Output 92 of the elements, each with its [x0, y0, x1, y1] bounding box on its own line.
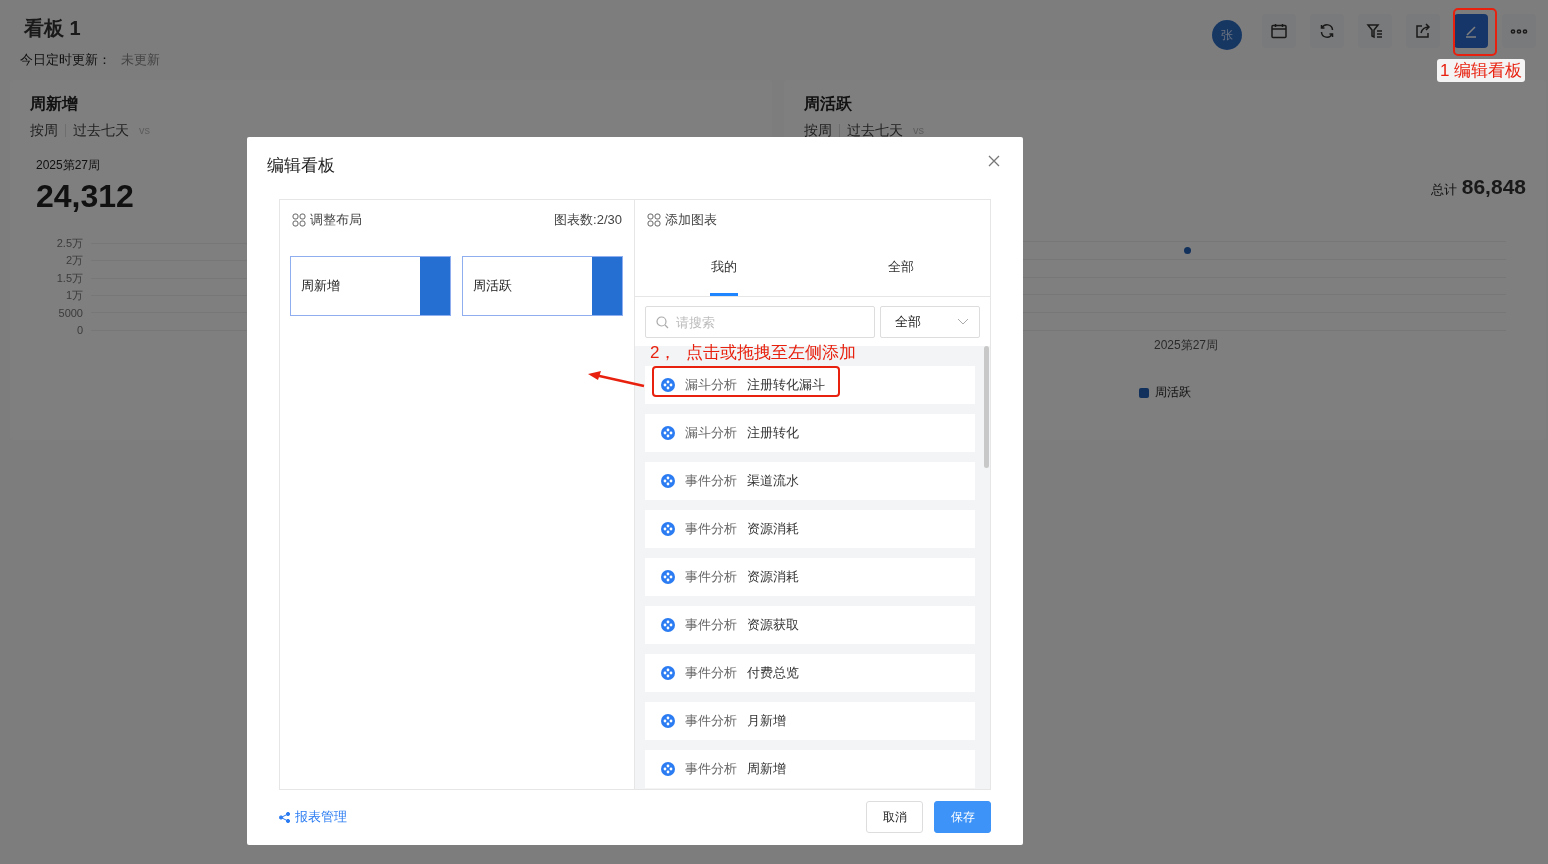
- share-icon: [1414, 22, 1432, 40]
- annotation-text: 2， 点击或拖拽至左侧添加: [650, 342, 856, 364]
- chart-type-icon: [661, 474, 675, 488]
- y-tick-label: 0: [75, 324, 84, 337]
- chart-name: 资源消耗: [747, 520, 799, 538]
- search-field[interactable]: 请搜索: [645, 306, 875, 338]
- legend-label: 周活跃: [1155, 384, 1191, 401]
- y-tick-label: 1.5万: [55, 270, 84, 286]
- chart-name: 注册转化漏斗: [747, 376, 825, 394]
- chart-list-item[interactable]: 事件分析 资源消耗: [645, 510, 975, 548]
- chart-name: 资源获取: [747, 616, 799, 634]
- calendar-icon: [1270, 22, 1288, 40]
- close-icon[interactable]: [988, 155, 1000, 167]
- calendar-button[interactable]: [1262, 14, 1296, 48]
- chart-type-icon: [661, 570, 675, 584]
- pane-title: 调整布局: [310, 211, 362, 229]
- chart-type-icon: [661, 762, 675, 776]
- chart-type-label: 事件分析: [685, 616, 737, 634]
- chart-type-icon: [661, 426, 675, 440]
- chart-type-label: 事件分析: [685, 712, 737, 730]
- annotation-text: 1 编辑看板: [1437, 59, 1526, 82]
- y-tick-label: 2.5万: [55, 236, 84, 252]
- share-button[interactable]: [1406, 14, 1440, 48]
- chart-type-icon: [661, 714, 675, 728]
- chart-type-label: 事件分析: [685, 664, 737, 682]
- chart-type-label: 漏斗分析: [685, 376, 737, 394]
- more-icon: [1510, 28, 1528, 34]
- period-label: 按周: [30, 123, 58, 137]
- total-label: 总计: [1430, 181, 1457, 199]
- range-label: 过去七天: [847, 123, 903, 137]
- chart-type-icon: [661, 378, 675, 392]
- y-tick-label: 5000: [57, 306, 84, 319]
- legend-swatch: [1139, 387, 1149, 398]
- search-icon: [656, 316, 669, 329]
- period-label: 按周: [804, 123, 832, 137]
- report-management-link[interactable]: 报表管理: [279, 808, 347, 826]
- update-label: 今日定时更新：: [20, 52, 111, 67]
- x-axis-label: 2025第27周: [1152, 337, 1219, 354]
- chart-name: 周新增: [747, 760, 786, 778]
- refresh-icon: [1318, 22, 1336, 40]
- chart-list-item[interactable]: 漏斗分析 注册转化: [645, 414, 975, 452]
- chart-type-icon: [661, 666, 675, 680]
- chart-type-label: 事件分析: [685, 472, 737, 490]
- chart-name: 月新增: [747, 712, 786, 730]
- layout-tile[interactable]: 周活跃: [462, 256, 623, 316]
- layout-tile[interactable]: 周新增: [290, 256, 451, 316]
- chart-name: 资源消耗: [747, 568, 799, 586]
- pane-title: 添加图表: [665, 211, 717, 229]
- edit-button[interactable]: [1454, 14, 1488, 48]
- y-tick-label: 1万: [64, 288, 84, 304]
- chart-list-item[interactable]: 事件分析 渠道流水: [645, 462, 975, 500]
- grid-icon: [292, 213, 306, 227]
- more-button[interactable]: [1502, 14, 1536, 48]
- filter-button[interactable]: [1358, 14, 1392, 48]
- chart-list-item[interactable]: 事件分析 资源消耗: [645, 558, 975, 596]
- card-title: 周活跃: [804, 94, 853, 114]
- scrollbar[interactable]: [984, 346, 989, 468]
- tab[interactable]: 全部: [887, 240, 916, 296]
- chart-name: 渠道流水: [747, 472, 799, 490]
- chart-name: 付费总览: [747, 664, 799, 682]
- chart-list-item[interactable]: 事件分析 付费总览: [645, 654, 975, 692]
- data-point: [1184, 247, 1191, 254]
- dialog-title: 编辑看板: [267, 154, 335, 177]
- refresh-button[interactable]: [1310, 14, 1344, 48]
- chart-type-icon: [661, 618, 675, 632]
- highlight-frame: [1453, 8, 1497, 56]
- chart-list-item[interactable]: 事件分析 月新增: [645, 702, 975, 740]
- metric-value: 24,312: [36, 178, 135, 215]
- filter-icon: [1366, 22, 1384, 40]
- range-label: 过去七天: [73, 123, 129, 137]
- chart-type-icon: [661, 522, 675, 536]
- y-tick-label: 2万: [64, 253, 84, 269]
- share-icon: [279, 811, 290, 823]
- chart-type-label: 漏斗分析: [685, 424, 737, 442]
- cancel-button[interactable]: 取消: [866, 801, 923, 833]
- chart-name: 注册转化: [747, 424, 799, 442]
- tab[interactable]: 我的: [709, 240, 738, 296]
- dashboard-title: 看板 1: [24, 16, 82, 41]
- chart-list-item[interactable]: 事件分析 资源获取: [645, 606, 975, 644]
- chart-type-label: 事件分析: [685, 760, 737, 778]
- week-label: 2025第27周: [36, 157, 101, 174]
- total-value: 86,848: [1461, 175, 1526, 199]
- chart-list-item[interactable]: 漏斗分析 注册转化漏斗: [645, 366, 975, 404]
- grid-icon: [647, 213, 661, 227]
- type-dropdown[interactable]: 全部: [880, 306, 980, 338]
- chart-count: 图表数:2/30: [554, 211, 622, 229]
- chart-type-label: 事件分析: [685, 568, 737, 586]
- chart-type-label: 事件分析: [685, 520, 737, 538]
- chart-list-item[interactable]: 事件分析 周新增: [645, 750, 975, 788]
- arrow-icon: [587, 370, 647, 390]
- card-title: 周新增: [30, 94, 79, 114]
- chevron-down-icon: [957, 318, 969, 326]
